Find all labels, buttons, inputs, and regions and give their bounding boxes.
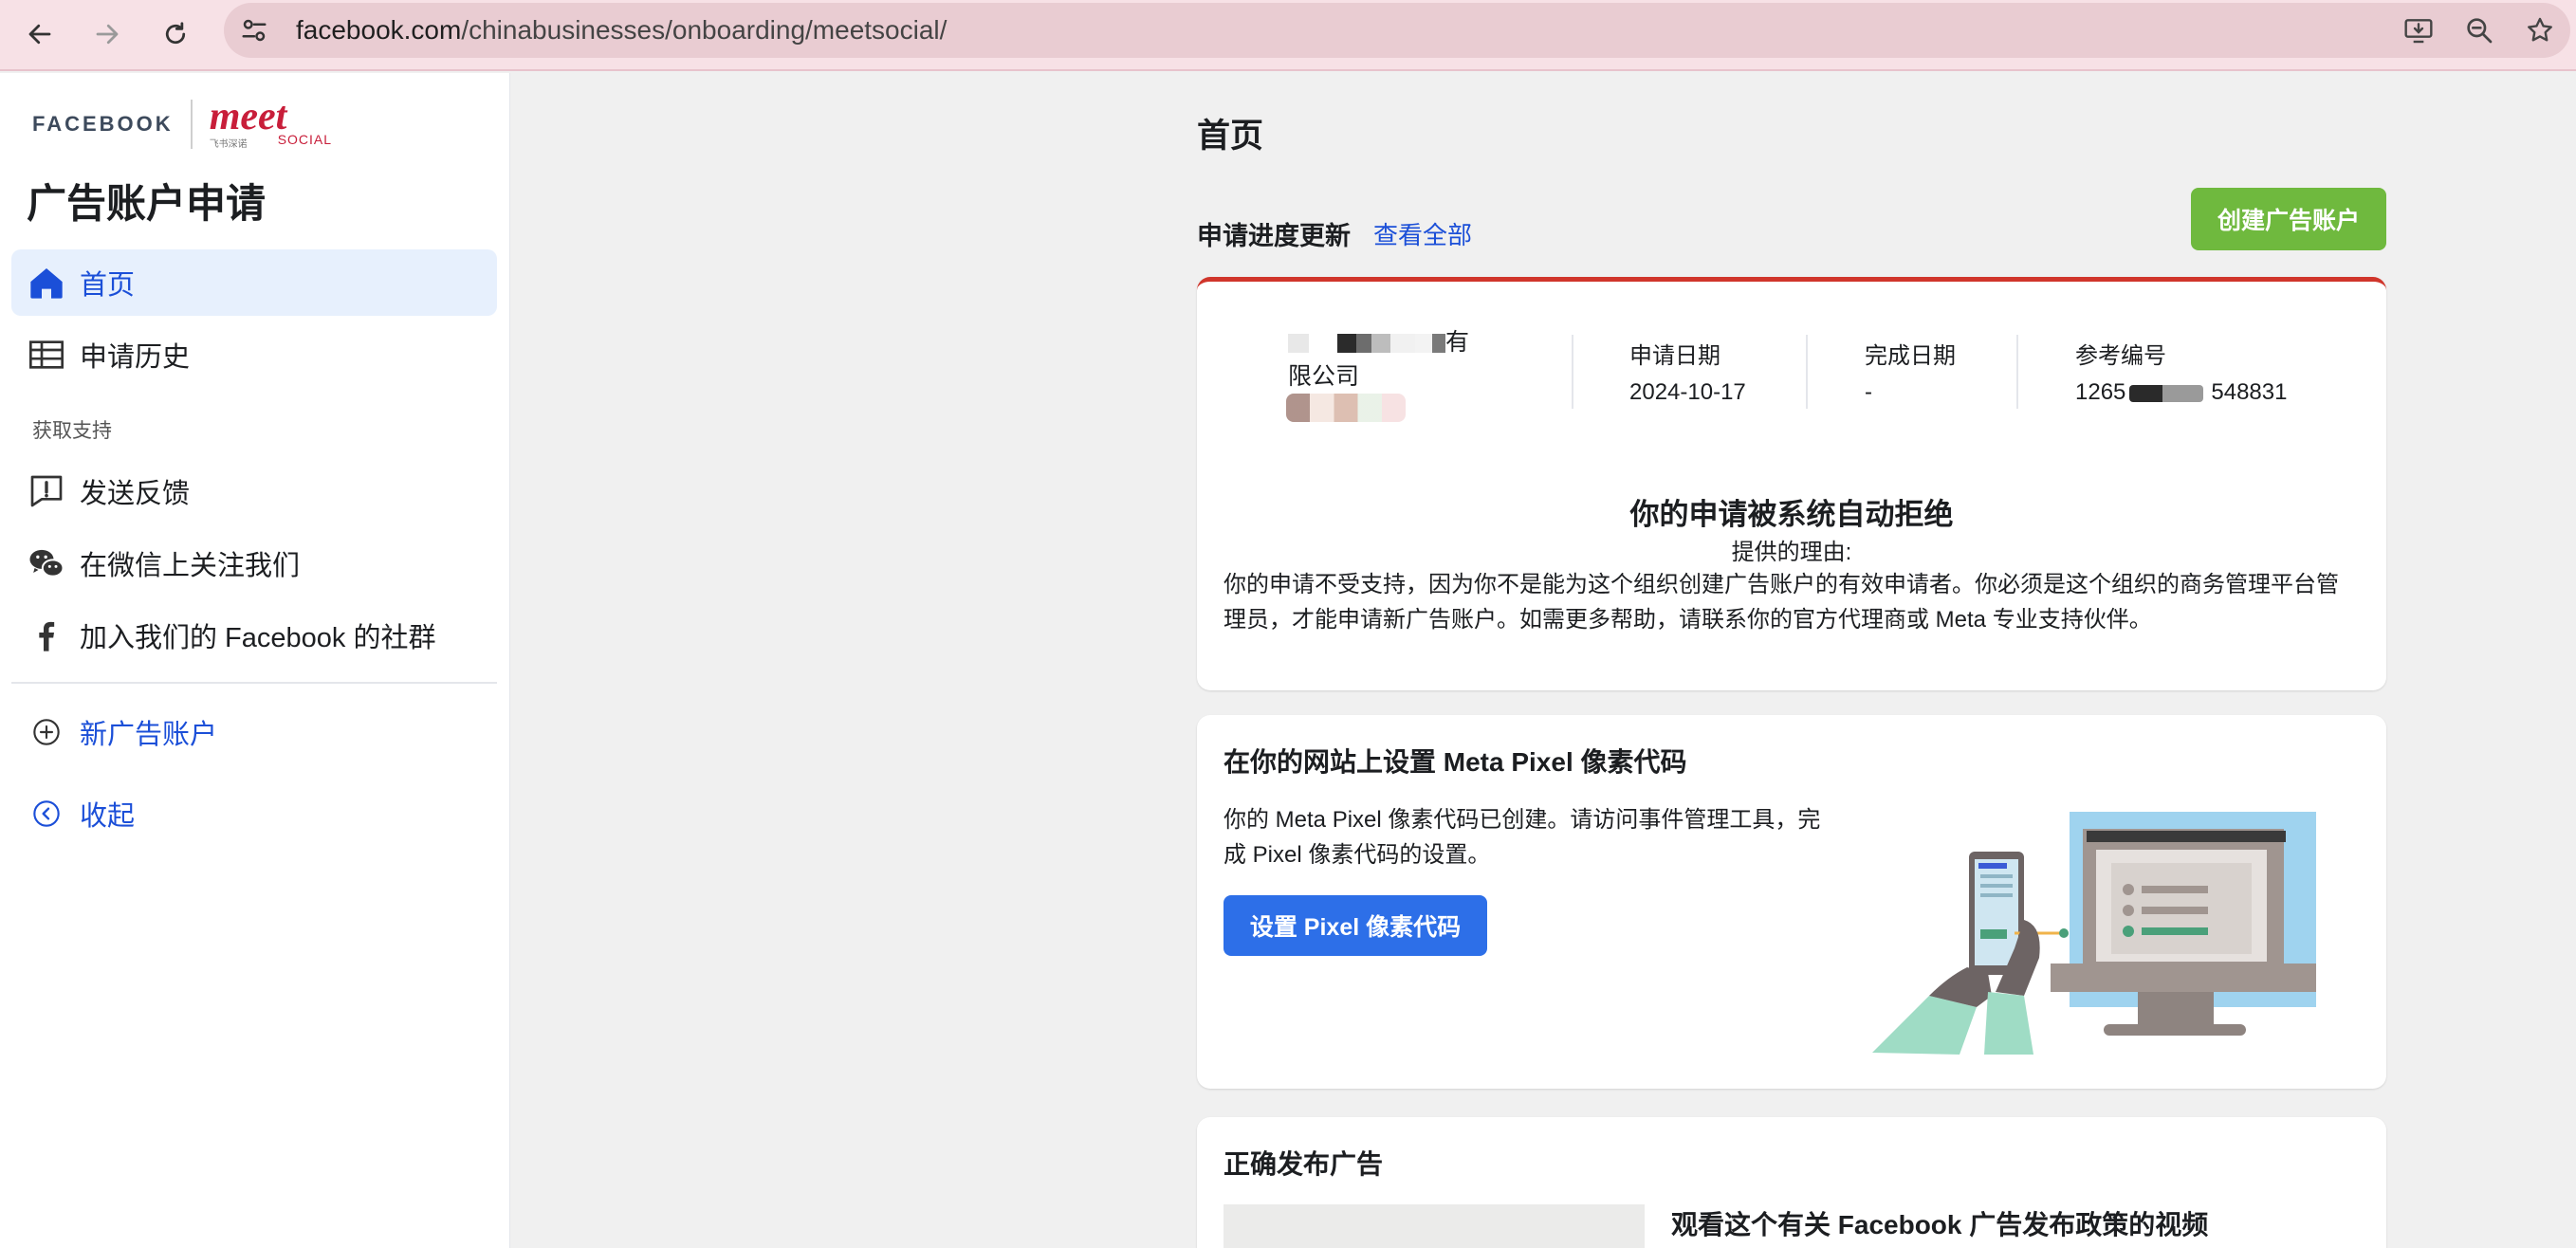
forward-button[interactable]: [81, 8, 134, 61]
sidebar-collapse[interactable]: 收起: [11, 780, 497, 847]
zoom-out-icon: [2467, 18, 2493, 44]
sidebar-item-new-ad-account[interactable]: 新广告账户: [11, 699, 497, 765]
url-text: facebook.com/chinabusinesses/onboarding/…: [296, 15, 948, 45]
sidebar-item-home[interactable]: 首页: [11, 249, 497, 316]
view-all-link[interactable]: 查看全部: [1373, 216, 1472, 251]
wechat-icon: [25, 541, 68, 585]
column-divider: [2016, 335, 2018, 409]
reason-label: 提供的理由:: [1731, 540, 1852, 565]
reason-text: 你的申请不受支持，因为你不是能为这个组织创建广告账户的有效申请者。你必须是这个组…: [1224, 572, 2339, 633]
apply-date: 申请日期 2024-10-17: [1629, 343, 1746, 405]
ads-card-heading: 正确发布广告: [1224, 1149, 1384, 1179]
page-title: 首页: [1197, 118, 1264, 155]
table-icon: [25, 333, 68, 376]
rejection-title: 你的申请被系统自动拒绝: [1629, 498, 1954, 531]
meetsocial-logo: meet 飞书深诺 SOCIAL: [209, 95, 333, 150]
site-info-icon[interactable]: [237, 13, 271, 47]
bookmark-button[interactable]: [2510, 3, 2570, 58]
sidebar-title: 广告账户申请: [27, 181, 267, 226]
feedback-icon: [25, 469, 68, 513]
chevron-left-circle-icon: [25, 792, 68, 835]
application-status-card: 有 限公司 申请日期 2024-10-17 完成日期 - 参考编号 1265 54…: [1197, 277, 2386, 690]
sidebar-item-history[interactable]: 申请历史: [11, 321, 497, 388]
arrow-right-icon: [96, 24, 119, 45]
facebook-wordmark: FACEBOOK: [32, 112, 174, 136]
setup-pixel-button[interactable]: 设置 Pixel 像素代码: [1224, 895, 1487, 956]
video-thumbnail[interactable]: [1224, 1204, 1645, 1248]
reload-button[interactable]: [149, 8, 202, 61]
address-bar[interactable]: facebook.com/chinabusinesses/onboarding/…: [224, 3, 2570, 58]
support-section-label: 获取支持: [32, 420, 112, 442]
sidebar: FACEBOOK meet 飞书深诺 SOCIAL 广告账户申请 首页 申请历史…: [0, 73, 510, 1248]
column-divider: [1572, 335, 1573, 409]
arrow-left-icon: [28, 24, 51, 45]
pixel-card-heading: 在你的网站上设置 Meta Pixel 像素代码: [1224, 747, 1687, 777]
facebook-icon: [25, 614, 68, 657]
zoom-button[interactable]: [2449, 3, 2510, 58]
brand-divider: [190, 100, 193, 149]
progress-section-title: 申请进度更新: [1197, 222, 1351, 250]
home-icon: [25, 261, 68, 304]
video-title[interactable]: 观看这个有关 Facebook 广告发布政策的视频: [1671, 1204, 2208, 1242]
pixel-illustration: [1872, 812, 2316, 1055]
ads-policy-card: 正确发布广告 观看这个有关 Facebook 广告发布政策的视频: [1197, 1117, 2386, 1248]
brand-logo: FACEBOOK meet 飞书深诺 SOCIAL: [32, 95, 342, 151]
reference-number: 参考编号 1265 548831: [2075, 343, 2288, 405]
reload-icon: [165, 22, 186, 45]
star-icon: [2528, 17, 2552, 42]
plus-circle-icon: [25, 710, 68, 754]
browser-toolbar: facebook.com/chinabusinesses/onboarding/…: [0, 0, 2576, 71]
pixel-card-text: 你的 Meta Pixel 像素代码已创建。请访问事件管理工具，完成 Pixel…: [1224, 807, 1821, 868]
complete-date: 完成日期 -: [1865, 343, 1956, 405]
install-icon: [2404, 19, 2433, 44]
back-button[interactable]: [13, 8, 66, 61]
column-divider: [1806, 335, 1808, 409]
create-ad-account-button[interactable]: 创建广告账户: [2191, 188, 2386, 250]
sidebar-divider: [11, 682, 497, 684]
redacted-company-detail: [1286, 394, 1406, 422]
pixel-setup-card: 在你的网站上设置 Meta Pixel 像素代码 你的 Meta Pixel 像…: [1197, 715, 2386, 1089]
redacted-ref-digits: [2129, 384, 2204, 402]
company-name: 有 限公司: [1288, 329, 1470, 390]
sidebar-item-facebook-group[interactable]: 加入我们的 Facebook 的社群: [11, 602, 497, 669]
sidebar-item-wechat[interactable]: 在微信上关注我们: [11, 530, 497, 596]
install-app-button[interactable]: [2388, 3, 2449, 58]
sidebar-item-feedback[interactable]: 发送反馈: [11, 458, 497, 524]
